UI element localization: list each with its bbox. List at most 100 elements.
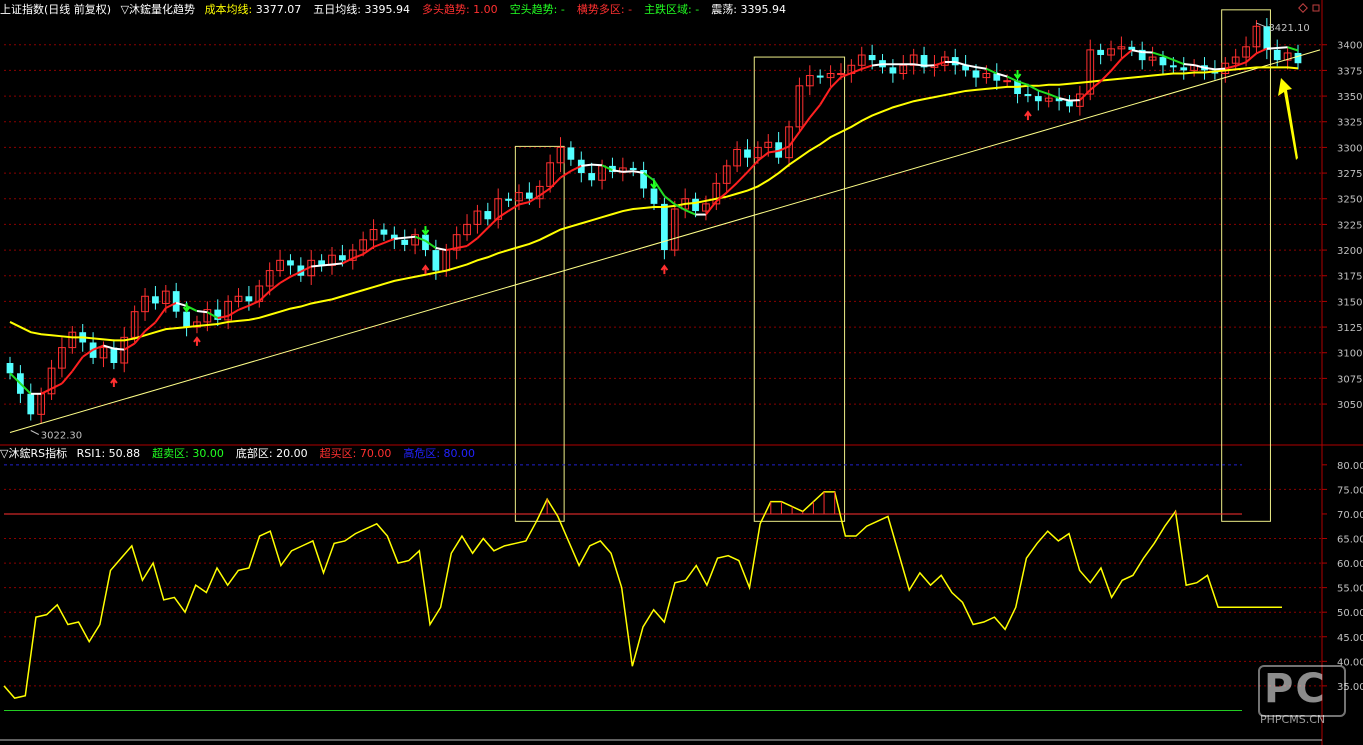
candle[interactable] [141, 288, 149, 321]
candle[interactable] [214, 299, 222, 327]
candle[interactable] [899, 55, 908, 80]
ma5-segment [373, 241, 385, 248]
candle[interactable] [1128, 40, 1136, 57]
candle[interactable] [618, 157, 627, 182]
candle[interactable] [733, 141, 741, 173]
high-label: 3421.10 [1268, 23, 1309, 34]
sell-arrow-icon [650, 179, 658, 190]
candle[interactable] [193, 315, 201, 334]
sell-arrow-icon [421, 226, 430, 236]
candle[interactable] [328, 246, 336, 275]
ma5-segment [1256, 47, 1268, 55]
ma5-segment [757, 151, 769, 162]
candle[interactable] [889, 59, 897, 83]
candle[interactable] [588, 162, 596, 187]
candle[interactable] [1180, 57, 1188, 80]
candle[interactable] [629, 161, 637, 177]
candle-body [6, 363, 14, 374]
candle-body [1128, 46, 1136, 50]
candle[interactable] [234, 288, 243, 308]
candle[interactable] [255, 279, 264, 308]
candle[interactable] [369, 219, 378, 250]
candle[interactable] [1283, 46, 1292, 70]
candle[interactable] [152, 286, 159, 310]
candle-body [505, 198, 512, 201]
candle[interactable] [401, 229, 409, 252]
rsi-tick-label: 70.00 [1337, 510, 1363, 521]
rsi-tick-label: 45.00 [1337, 633, 1363, 644]
price-tick-label: 3075 [1337, 374, 1362, 385]
candle[interactable] [172, 282, 180, 318]
ma5-segment [144, 321, 157, 332]
candle[interactable] [380, 223, 388, 241]
candle[interactable] [1190, 59, 1199, 77]
header-value: - [691, 3, 700, 16]
candle[interactable] [484, 202, 492, 226]
candle[interactable] [1066, 95, 1073, 113]
rsi-header-label: 超买区: [319, 447, 357, 460]
candle[interactable] [463, 214, 471, 241]
candle[interactable] [1107, 40, 1115, 62]
candle[interactable] [993, 63, 1001, 90]
ma5-segment [227, 308, 240, 317]
candle[interactable] [670, 200, 679, 257]
candle[interactable] [411, 228, 419, 255]
candle[interactable] [609, 157, 616, 179]
ma5-segment [1183, 63, 1195, 67]
candle[interactable] [567, 141, 575, 166]
candle[interactable] [58, 337, 66, 378]
ma5-segment [975, 66, 987, 70]
ma5-segment [113, 347, 125, 351]
candle[interactable] [287, 254, 294, 275]
candle[interactable] [1148, 46, 1157, 67]
candle[interactable] [556, 137, 565, 173]
rsi-tick-label: 65.00 [1337, 535, 1363, 546]
candle[interactable] [744, 139, 751, 167]
candle[interactable] [110, 339, 118, 370]
candle[interactable] [1034, 89, 1042, 111]
header-label: 横势多区: [576, 3, 625, 16]
candle[interactable] [68, 326, 77, 354]
candle[interactable] [1097, 43, 1105, 65]
candle[interactable] [452, 226, 461, 260]
candle[interactable] [494, 188, 503, 229]
candle[interactable] [1138, 41, 1146, 70]
main-header: 上证指数(日线 前复权) ▽沐鋐量化趋势 成本均线: 3377.07 五日均线: … [0, 3, 804, 17]
candle[interactable] [826, 65, 835, 87]
candlesticks[interactable] [6, 18, 1302, 424]
header-label: 震荡: [711, 3, 737, 16]
ma5-segment [1110, 58, 1123, 72]
candle[interactable] [47, 359, 56, 400]
candle[interactable] [276, 250, 284, 277]
price-tick-label: 3375 [1337, 66, 1362, 77]
price-tick-label: 3125 [1337, 323, 1362, 334]
candle[interactable] [805, 65, 814, 96]
ma5-segment [331, 262, 343, 266]
candle[interactable] [816, 69, 824, 84]
ma5-segment [829, 76, 842, 89]
price-tick-label: 3050 [1337, 400, 1362, 411]
candle[interactable] [1252, 20, 1261, 53]
rsi-header-label: RSI1: [76, 447, 106, 460]
candle[interactable] [640, 161, 647, 198]
ma5-segment [1089, 80, 1102, 91]
candle[interactable] [505, 192, 512, 207]
candle[interactable] [722, 159, 731, 193]
candle[interactable] [318, 254, 325, 272]
ma5-segment [705, 200, 718, 216]
header-item: 空头趋势: - [510, 3, 571, 16]
candle-body [650, 188, 658, 204]
candle[interactable] [847, 59, 856, 83]
candle[interactable] [224, 295, 233, 330]
ma5-segment [404, 235, 416, 239]
candle[interactable] [909, 48, 918, 75]
candle[interactable] [920, 46, 928, 74]
candle[interactable] [1117, 36, 1126, 59]
candle[interactable] [27, 383, 35, 421]
candle[interactable] [775, 132, 783, 164]
header-value: 3395.94 [736, 3, 786, 16]
candle[interactable] [473, 204, 482, 234]
low-pointer [30, 430, 39, 435]
candle[interactable] [795, 77, 804, 134]
stock-chart[interactable]: 3050 3075 3100 3125 3150 3175 3200 3225 3250 3275… [0, 0, 1363, 745]
